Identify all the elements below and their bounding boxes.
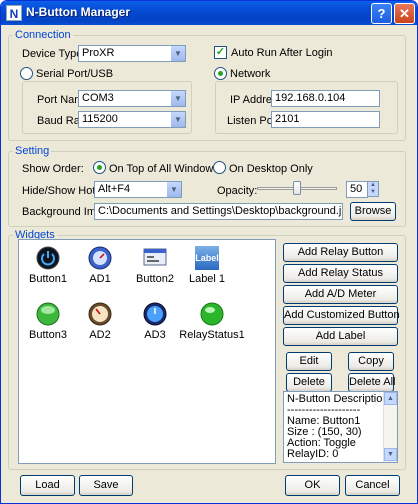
port-name-value: COM3: [82, 92, 114, 104]
opacity-label: Opacity:: [217, 185, 258, 197]
widget-label: RelayStatus1: [179, 329, 245, 341]
connection-title: Connection: [13, 29, 73, 41]
add-relay-button-button[interactable]: Add Relay Button: [283, 243, 398, 262]
auto-run-label: Auto Run After Login: [231, 47, 333, 59]
blue-gauge-icon: [88, 246, 112, 270]
device-type-value: ProXR: [82, 47, 115, 59]
load-button[interactable]: Load: [20, 475, 75, 496]
chevron-down-icon: ▼: [170, 112, 185, 127]
opacity-input[interactable]: 50: [346, 181, 368, 198]
on-top-label: On Top of All Windows: [109, 163, 219, 175]
baud-rate-value: 115200: [82, 113, 118, 125]
title-bar[interactable]: N N-Button Manager ? ✕: [1, 1, 417, 25]
opacity-spinner[interactable]: ▲ ▼: [367, 181, 379, 197]
cancel-button[interactable]: Cancel: [345, 475, 400, 496]
spin-down-icon[interactable]: ▼: [368, 189, 378, 196]
add-ad-meter-button[interactable]: Add A/D Meter: [283, 285, 398, 304]
edit-button[interactable]: Edit: [286, 352, 332, 371]
widget-ad2[interactable]: AD2: [72, 302, 128, 341]
setting-title: Setting: [13, 145, 52, 157]
help-button[interactable]: ?: [371, 3, 392, 24]
on-desktop-label: On Desktop Only: [229, 163, 313, 175]
n-button-manager-window: N N-Button Manager ? ✕ Connection Device…: [0, 0, 418, 504]
widget-button1[interactable]: Button1: [20, 246, 76, 285]
dial-gauge-icon: [88, 302, 112, 326]
description-relay: RelayID: 0: [287, 448, 339, 460]
scroll-down-icon[interactable]: ▼: [384, 448, 397, 461]
window-button-icon: [143, 248, 167, 266]
widget-button2[interactable]: Button2: [127, 246, 183, 285]
widget-label: Button3: [29, 329, 67, 341]
widget-label: Button2: [136, 273, 174, 285]
power-button-icon: [36, 246, 60, 270]
widget-label: AD3: [144, 329, 166, 341]
widget-label: AD1: [89, 273, 111, 285]
baud-rate-select[interactable]: 115200 ▼: [78, 111, 186, 128]
widget-label: AD2: [89, 329, 111, 341]
widget-label: Button1: [29, 273, 67, 285]
listen-port-input[interactable]: 2101: [271, 111, 380, 128]
widget-ad3[interactable]: AD3: [127, 302, 183, 341]
port-name-select[interactable]: COM3 ▼: [78, 90, 186, 107]
device-type-select[interactable]: ProXR ▼: [78, 45, 186, 62]
add-relay-status-button[interactable]: Add Relay Status: [283, 264, 398, 283]
ok-button[interactable]: OK: [285, 475, 340, 496]
widget-ad1[interactable]: AD1: [72, 246, 128, 285]
add-customized-button-button[interactable]: Add Customized Button: [283, 306, 400, 325]
device-type-label: Device Type:: [22, 48, 86, 60]
browse-button[interactable]: Browse: [350, 202, 396, 221]
label-icon: Label: [195, 246, 219, 270]
opacity-slider-thumb[interactable]: [293, 181, 301, 195]
delete-all-button[interactable]: Delete All: [348, 373, 395, 392]
ip-address-input[interactable]: 192.168.0.104: [271, 90, 380, 107]
add-label-button[interactable]: Add Label: [283, 327, 398, 346]
close-button[interactable]: ✕: [394, 3, 415, 24]
network-radio[interactable]: [214, 67, 227, 80]
auto-run-checkbox[interactable]: ✓: [214, 46, 227, 59]
on-desktop-radio[interactable]: [213, 161, 226, 174]
green-led-icon: [200, 302, 224, 326]
widget-label1[interactable]: Label Label 1: [179, 246, 235, 285]
show-order-label: Show Order:: [22, 163, 84, 175]
scroll-up-icon[interactable]: ▲: [384, 392, 397, 405]
chevron-down-icon: ▼: [166, 182, 181, 197]
copy-button[interactable]: Copy: [348, 352, 394, 371]
widget-button3[interactable]: Button3: [20, 302, 76, 341]
serial-label: Serial Port/USB: [36, 68, 114, 80]
spin-up-icon[interactable]: ▲: [368, 182, 378, 189]
serial-radio[interactable]: [20, 67, 33, 80]
chevron-down-icon: ▼: [170, 46, 185, 61]
delete-button[interactable]: Delete: [286, 373, 332, 392]
chevron-down-icon: ▼: [170, 91, 185, 106]
description-scrollbar[interactable]: ▲ ▼: [383, 392, 397, 462]
on-top-radio[interactable]: [93, 161, 106, 174]
green-button-icon: [36, 302, 60, 326]
widget-label: Label 1: [188, 273, 226, 285]
save-button[interactable]: Save: [79, 475, 133, 496]
blue-clock-gauge-icon: [143, 302, 167, 326]
widget-relaystatus1[interactable]: RelayStatus1: [179, 302, 245, 341]
app-icon: N: [6, 5, 22, 21]
description-box[interactable]: N-Button Description: ------------------…: [283, 391, 398, 463]
widget-canvas[interactable]: Button1 AD1 Button2 Label Label 1 Button…: [18, 239, 276, 464]
hotkey-value: Alt+F4: [98, 183, 131, 195]
background-image-input[interactable]: C:\Documents and Settings\Desktop\backgr…: [94, 203, 343, 220]
hotkey-select[interactable]: Alt+F4 ▼: [94, 181, 182, 198]
network-label: Network: [230, 68, 271, 80]
window-title: N-Button Manager: [26, 5, 130, 19]
